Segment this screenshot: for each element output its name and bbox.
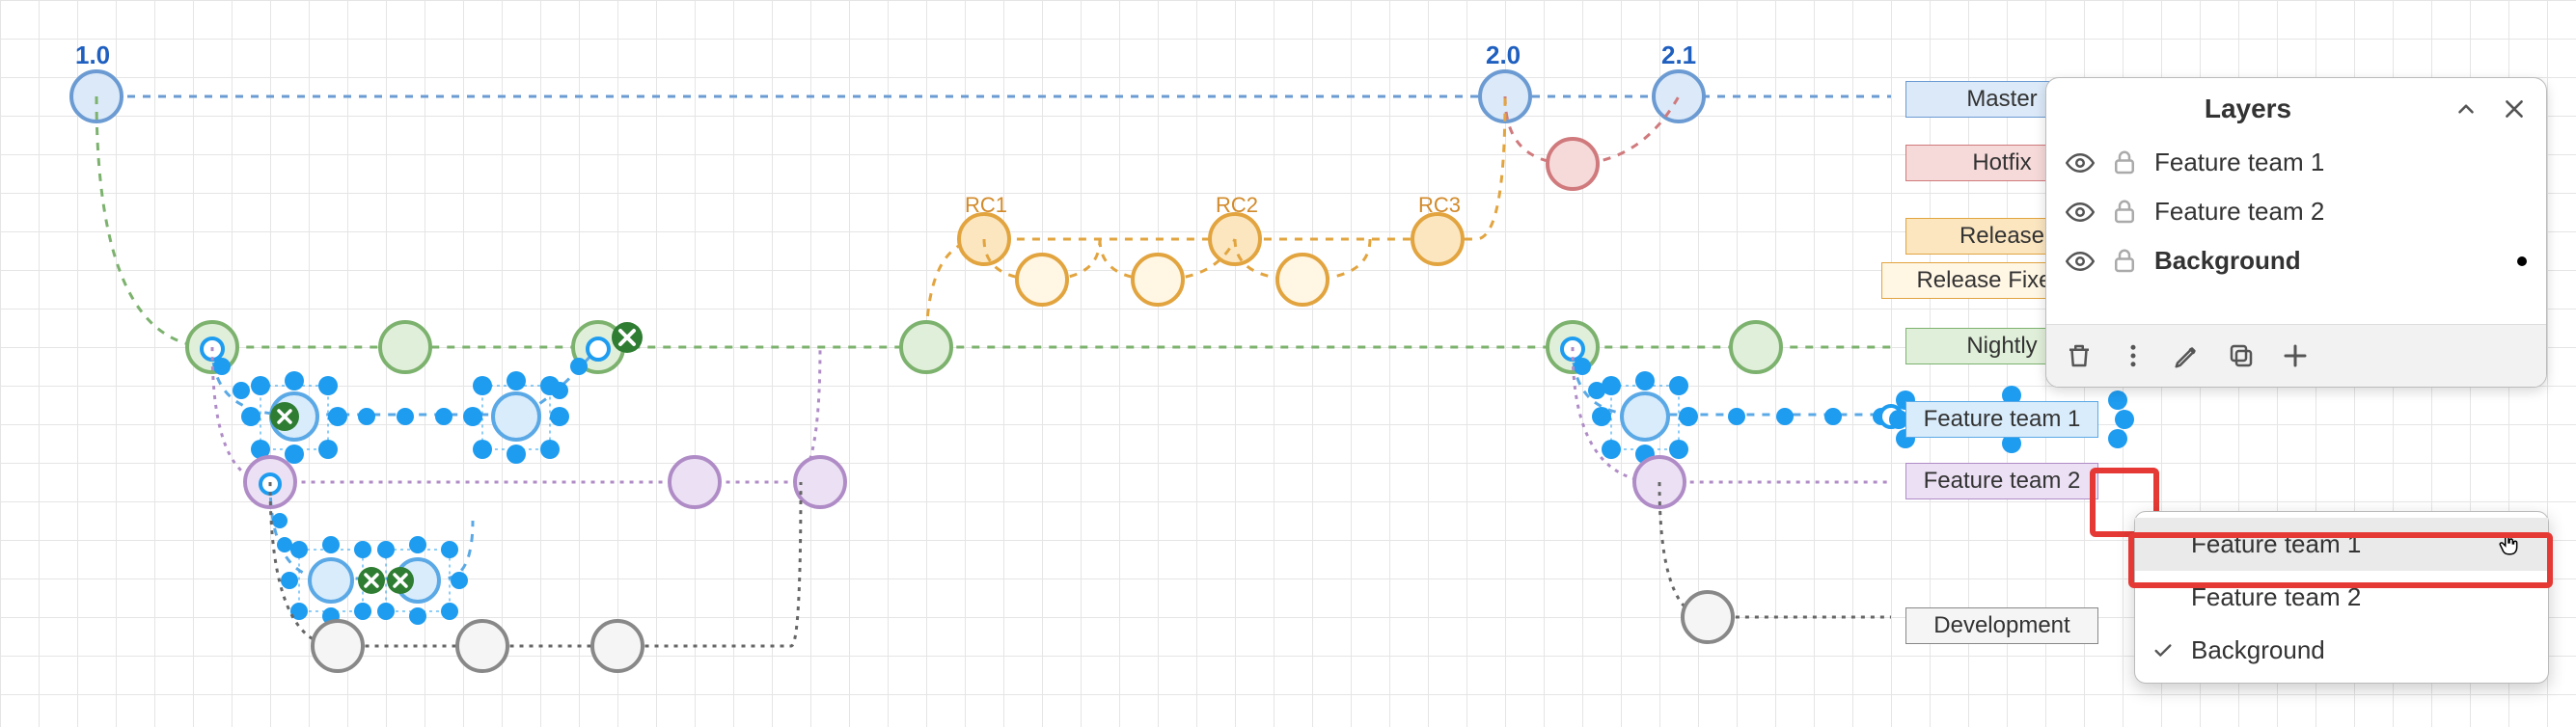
version-tag-1: 1.0 (75, 40, 110, 70)
copy-icon (2227, 341, 2256, 370)
check-icon (2152, 640, 2174, 661)
more-layers-button[interactable] (2110, 333, 2156, 379)
selection-handles (202, 338, 2134, 464)
cursor-hand-icon (2496, 532, 2521, 557)
branch-label-feature-1[interactable]: Feature team 1 (1905, 401, 2098, 438)
close-icon[interactable] (2502, 96, 2527, 121)
move-to-layer-menu[interactable]: Feature team 1 Feature team 2 Background (2134, 511, 2549, 684)
edit-layer-button[interactable] (2164, 333, 2210, 379)
menu-item-label: Feature team 2 (2191, 582, 2361, 612)
layer-label: Feature team 1 (2154, 148, 2324, 177)
eye-icon[interactable] (2066, 198, 2095, 227)
layers-list: Feature team 1 Feature team 2 Background (2046, 132, 2546, 324)
layer-label: Background (2154, 246, 2301, 276)
version-tag-3: 2.1 (1661, 40, 1696, 70)
layer-row[interactable]: Feature team 2 (2046, 187, 2546, 236)
lock-icon[interactable] (2110, 148, 2139, 177)
layer-row[interactable]: Feature team 1 (2046, 138, 2546, 187)
layer-row-active[interactable]: Background (2046, 236, 2546, 285)
active-layer-indicator (2517, 256, 2527, 266)
branch-label-development[interactable]: Development (1905, 607, 2098, 644)
rc-label-2: RC2 (1216, 193, 1258, 218)
version-tag-2: 2.0 (1486, 40, 1521, 70)
trash-icon (2065, 341, 2094, 370)
eye-icon[interactable] (2066, 247, 2095, 276)
add-layer-button[interactable] (2272, 333, 2318, 379)
plus-icon (2281, 341, 2310, 370)
branch-label-feature-2[interactable]: Feature team 2 (1905, 463, 2098, 499)
layers-toolbar (2046, 324, 2546, 387)
rc-label-1: RC1 (965, 193, 1007, 218)
lock-icon[interactable] (2110, 198, 2139, 227)
menu-item-label: Feature team 1 (2191, 529, 2361, 559)
layer-label: Feature team 2 (2154, 197, 2324, 227)
more-vertical-icon (2119, 341, 2148, 370)
pencil-icon (2173, 341, 2202, 370)
rc-label-3: RC3 (1418, 193, 1461, 218)
menu-item-background[interactable]: Background (2135, 624, 2548, 677)
lock-icon[interactable] (2110, 247, 2139, 276)
layers-panel-title: Layers (2066, 94, 2430, 124)
collapse-icon[interactable] (2453, 96, 2479, 121)
delete-layer-button[interactable] (2056, 333, 2102, 379)
menu-item-label: Background (2191, 635, 2325, 665)
duplicate-layer-button[interactable] (2218, 333, 2264, 379)
layers-panel[interactable]: Layers Feature team 1 Feature team 2 Bac… (2045, 77, 2547, 388)
eye-icon[interactable] (2066, 148, 2095, 177)
menu-item-feature-2[interactable]: Feature team 2 (2135, 571, 2548, 624)
menu-item-feature-1[interactable]: Feature team 1 (2135, 518, 2548, 571)
